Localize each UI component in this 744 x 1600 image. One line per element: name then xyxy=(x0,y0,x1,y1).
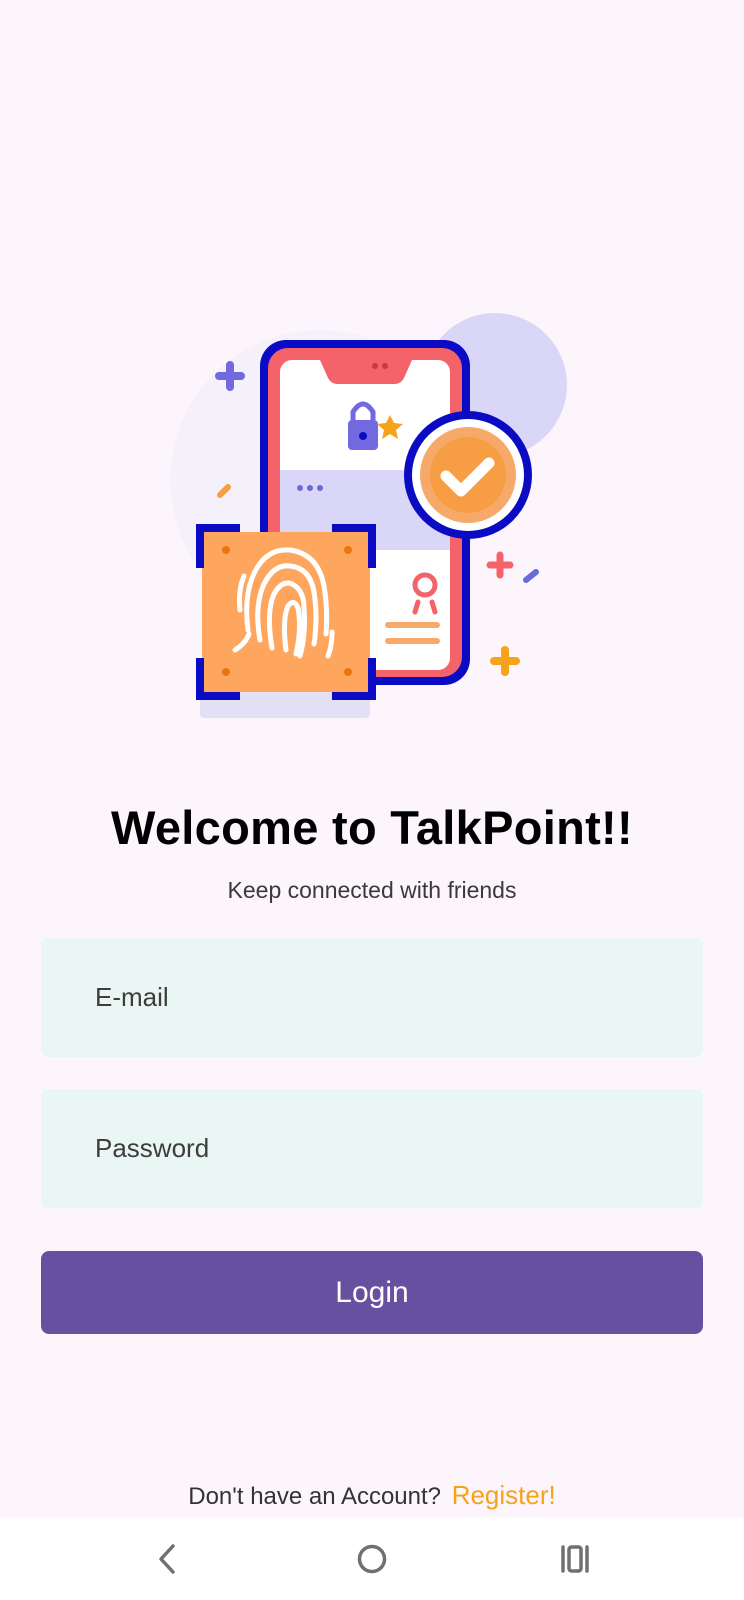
login-button[interactable]: Login xyxy=(41,1251,703,1334)
security-illustration xyxy=(160,300,600,740)
register-row: Don't have an Account? Register! xyxy=(0,1480,744,1511)
home-icon xyxy=(357,1544,387,1574)
nav-back-button[interactable] xyxy=(136,1527,200,1591)
fingerprint-phone-icon xyxy=(170,313,567,718)
email-field[interactable] xyxy=(41,938,703,1057)
page-title: Welcome to TalkPoint!! xyxy=(111,801,633,854)
register-link[interactable]: Register! xyxy=(452,1480,556,1510)
register-prompt: Don't have an Account? xyxy=(188,1483,442,1510)
page-subtitle: Keep connected with friends xyxy=(227,877,517,903)
nav-recent-apps-button[interactable] xyxy=(543,1527,607,1591)
system-navigation-bar xyxy=(0,1517,744,1600)
password-field[interactable] xyxy=(41,1089,703,1208)
nav-home-button[interactable] xyxy=(340,1527,404,1591)
back-icon xyxy=(159,1544,175,1574)
login-screen: Welcome to TalkPoint!! Keep connected wi… xyxy=(0,0,744,1600)
recent-apps-icon xyxy=(561,1545,589,1573)
